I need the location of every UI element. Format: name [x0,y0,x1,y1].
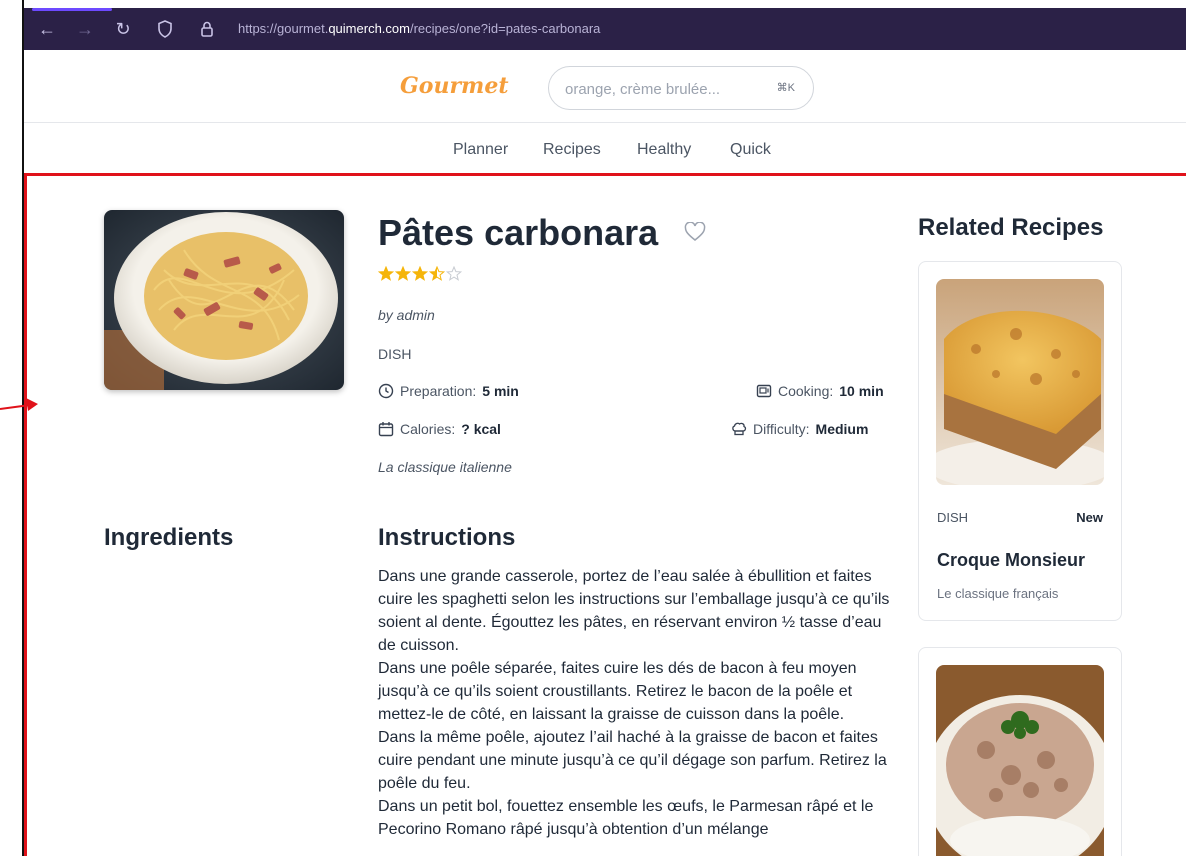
cook-label: Cooking: [778,383,834,399]
left-gutter [0,0,22,856]
recipe-title: Pâtes carbonara [378,212,659,253]
rating-star-icon [394,265,412,281]
nav-item-recipes[interactable]: Recipes [543,141,601,159]
rating-stars [377,265,468,287]
instruction-step: Dans une grande casserole, portez de l’e… [378,568,890,654]
forward-arrow-icon[interactable]: → [74,18,96,40]
recipe-subtitle: La classique italienne [378,459,512,475]
ingredients-heading: Ingredients [104,524,234,551]
search-shortcut-hint: ⌘K [776,82,795,94]
related-recipe-image [936,279,1104,485]
instruction-step: Dans un petit bol, fouettez ensemble les… [378,798,874,838]
difficulty-label: Difficulty: [753,421,810,437]
back-arrow-icon[interactable]: ← [36,18,58,40]
url-host: quimerch.com [328,21,410,36]
rating-star-icon [428,265,446,281]
calories: Calories: ? kcal [378,421,501,437]
chef-hat-icon [732,422,747,436]
site-logo[interactable]: Gourmet [400,73,509,99]
difficulty: Difficulty: Medium [731,421,868,437]
favorite-heart-icon[interactable] [684,221,706,242]
search-input[interactable] [565,78,755,100]
related-recipe-card[interactable]: DISH New Croque Monsieur Le classique fr… [918,261,1122,621]
nav-item-planner[interactable]: Planner [453,141,508,159]
instruction-step: Dans une poêle séparée, faites cuire les… [378,660,857,723]
recipe-author: by admin [378,307,435,323]
search-box[interactable]: ⌘K [548,66,814,110]
oven-icon [756,384,772,398]
cook-value: 10 min [839,383,884,399]
new-badge: New [1076,510,1103,525]
preparation-time: Preparation: 5 min [378,383,519,399]
prep-value: 5 min [482,383,519,399]
recipe-category: DISH [378,346,412,362]
calories-value: ? kcal [461,421,501,437]
prep-label: Preparation: [400,383,477,399]
instructions-heading: Instructions [378,524,516,551]
lock-icon [196,18,218,40]
reload-icon[interactable]: ↻ [112,18,134,40]
instructions-text: Dans une grande casserole, portez de l’e… [378,565,898,841]
highlight-arrow-icon [0,398,38,411]
url-prefix: https://gourmet. [238,21,329,36]
related-recipe-card[interactable] [918,647,1122,856]
clock-icon [378,383,394,399]
cooking-time: Cooking: 10 min [756,383,884,399]
calendar-icon [378,422,394,437]
browser-toolbar: ← → ↻ https://gourmet.quimerch.com/recip… [24,8,1186,50]
rating-star-icon [445,265,463,281]
nav-item-quick[interactable]: Quick [730,141,771,159]
rating-star-icon [377,265,395,281]
url-path: /recipes/one?id=pates-carbonara [409,21,601,36]
instruction-step: Dans la même poêle, ajoutez l’ail haché … [378,729,887,792]
related-recipes-heading: Related Recipes [918,214,1104,241]
related-recipe-name[interactable]: Croque Monsieur [937,550,1085,571]
recipe-image [104,210,344,390]
calories-label: Calories: [400,421,456,437]
main-nav: Planner Recipes Healthy Quick [24,124,1186,174]
difficulty-value: Medium [815,421,869,437]
rating-star-icon [411,265,429,281]
address-bar[interactable]: https://gourmet.quimerch.com/recipes/one… [238,21,600,36]
related-recipe-image [936,665,1104,856]
related-recipe-description: Le classique français [937,586,1059,601]
active-tab-indicator [32,8,112,11]
site-header: Gourmet ⌘K [24,50,1186,123]
shield-icon[interactable] [154,18,176,40]
related-recipe-category: DISH [937,510,969,525]
nav-item-healthy[interactable]: Healthy [637,141,691,159]
